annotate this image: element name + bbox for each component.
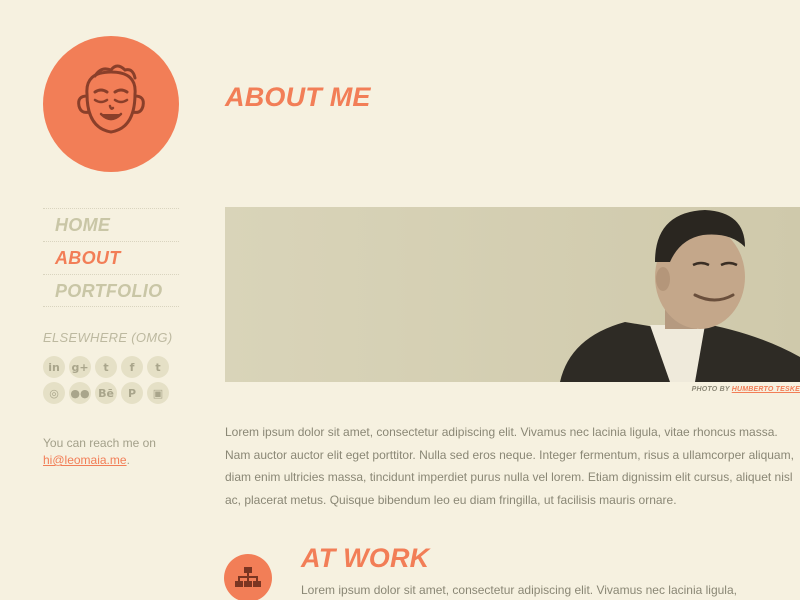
nav-item-about[interactable]: ABOUT	[43, 241, 179, 274]
nav-item-portfolio[interactable]: PORTFOLIO	[43, 274, 179, 307]
work-heading: AT WORK	[301, 543, 430, 573]
pinterest-icon[interactable]: P	[121, 382, 143, 404]
email-link[interactable]: hi@leomaia.me	[43, 453, 127, 467]
face-illustration-icon	[77, 64, 145, 134]
sitemap-icon	[224, 554, 272, 600]
photo-credit: PHOTO BY HUMBERTO TESKE	[692, 386, 800, 393]
sitemap-glyph-icon	[235, 567, 261, 587]
contact-suffix: .	[126, 453, 130, 467]
linkedin-icon[interactable]: in	[43, 356, 65, 378]
contact-text: You can reach me on hi@leomaia.me.	[43, 435, 183, 469]
elsewhere-heading: ELSEWHERE (OMG)	[43, 330, 173, 345]
photo-credit-link[interactable]: HUMBERTO TESKE	[732, 386, 800, 393]
google-plus-icon[interactable]: g+	[69, 356, 91, 378]
social-links: in g+ t f t ◎ ●● Bē P ▣	[43, 356, 183, 408]
behance-icon[interactable]: Bē	[95, 382, 117, 404]
work-paragraph: Lorem ipsum dolor sit amet, consectetur …	[301, 583, 737, 597]
instagram-icon[interactable]: ▣	[147, 382, 169, 404]
contact-prefix: You can reach me on	[43, 436, 156, 450]
dribbble-icon[interactable]: ◎	[43, 382, 65, 404]
page: HOME ABOUT PORTFOLIO ELSEWHERE (OMG) in …	[0, 0, 800, 600]
person-photo-illustration	[225, 207, 800, 382]
page-title: ABOUT ME	[225, 82, 371, 112]
about-paragraph: Lorem ipsum dolor sit amet, consectetur …	[225, 425, 794, 507]
tumblr-icon[interactable]: t	[147, 356, 169, 378]
nav-item-home[interactable]: HOME	[43, 208, 179, 241]
profile-photo	[225, 207, 800, 382]
flickr-icon[interactable]: ●●	[69, 382, 91, 404]
main-nav: HOME ABOUT PORTFOLIO	[43, 208, 179, 307]
photo-credit-prefix: PHOTO BY	[691, 386, 730, 393]
avatar-logo[interactable]	[43, 36, 179, 172]
facebook-icon[interactable]: f	[121, 356, 143, 378]
twitter-icon[interactable]: t	[95, 356, 117, 378]
